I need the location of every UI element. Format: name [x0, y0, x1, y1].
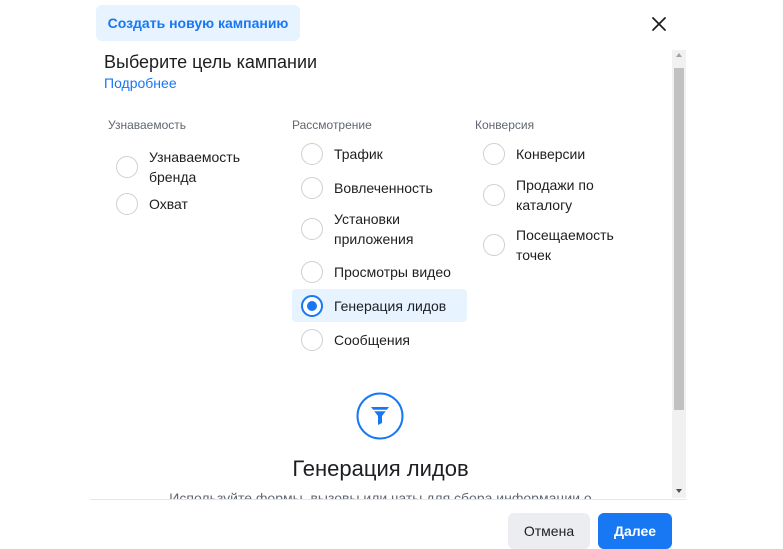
- radio-button[interactable]: [116, 193, 138, 215]
- option-video-views[interactable]: Просмотры видео: [301, 261, 451, 283]
- option-label: Конверсии: [516, 146, 586, 162]
- option-store-traffic[interactable]: Посещаемость точек: [483, 225, 614, 265]
- radio-button[interactable]: [483, 234, 505, 256]
- radio-button[interactable]: [301, 218, 323, 240]
- option-brand-awareness[interactable]: Узнаваемость бренда: [116, 147, 240, 187]
- option-label: Охват: [149, 196, 188, 212]
- option-app-installs[interactable]: Установки приложения: [301, 209, 413, 249]
- radio-button[interactable]: [301, 261, 323, 283]
- option-engagement[interactable]: Вовлеченность: [301, 177, 433, 199]
- radio-button[interactable]: [301, 329, 323, 351]
- option-traffic[interactable]: Трафик: [301, 143, 383, 165]
- option-label: Просмотры видео: [334, 264, 451, 280]
- option-label: Продажи по каталогу: [516, 177, 594, 213]
- column-heading-conversion: Конверсия: [475, 118, 535, 132]
- close-icon[interactable]: [648, 13, 670, 35]
- option-label: Сообщения: [334, 332, 410, 348]
- page-title: Выберите цель кампании: [104, 52, 318, 72]
- tab-create-campaign[interactable]: Создать новую кампанию: [96, 5, 300, 41]
- radio-button[interactable]: [301, 143, 323, 165]
- learn-more-link[interactable]: Подробнее: [104, 75, 177, 91]
- option-label: Вовлеченность: [334, 180, 433, 196]
- option-label: Генерация лидов: [334, 298, 447, 314]
- option-lead-generation[interactable]: Генерация лидов: [301, 295, 446, 317]
- option-messages[interactable]: Сообщения: [301, 329, 410, 351]
- option-catalog-sales[interactable]: Продажи по каталогу: [483, 175, 594, 215]
- radio-button[interactable]: [483, 143, 505, 165]
- option-label: Посещаемость точек: [516, 227, 614, 263]
- column-heading-awareness: Узнаваемость: [108, 118, 187, 132]
- footer-divider: [90, 499, 686, 500]
- radio-button-checked[interactable]: [301, 295, 323, 317]
- detail-title: Генерация лидов: [292, 456, 469, 481]
- option-label: Трафик: [334, 146, 383, 162]
- tab-create-campaign-label: Создать новую кампанию: [107, 15, 289, 31]
- option-label: Узнаваемость бренда: [149, 149, 241, 185]
- option-conversions[interactable]: Конверсии: [483, 143, 585, 165]
- option-reach[interactable]: Рассмотрение Охват: [116, 193, 188, 215]
- radio-button[interactable]: [483, 184, 505, 206]
- scrollbar-thumb[interactable]: [674, 68, 684, 410]
- funnel-icon: [356, 392, 404, 440]
- column-heading-consideration: Рассмотрение: [292, 118, 372, 132]
- scroll-up-arrow-icon[interactable]: [676, 53, 682, 57]
- objective-panel: Выберите цель кампании Подробнее Узнавае…: [90, 49, 671, 500]
- cancel-button[interactable]: Отмена: [508, 513, 590, 549]
- radio-button[interactable]: [301, 177, 323, 199]
- option-label: Установки приложения: [334, 211, 414, 247]
- next-button[interactable]: Далее: [598, 513, 672, 549]
- radio-button[interactable]: [116, 156, 138, 178]
- scroll-down-arrow-icon[interactable]: [676, 489, 682, 493]
